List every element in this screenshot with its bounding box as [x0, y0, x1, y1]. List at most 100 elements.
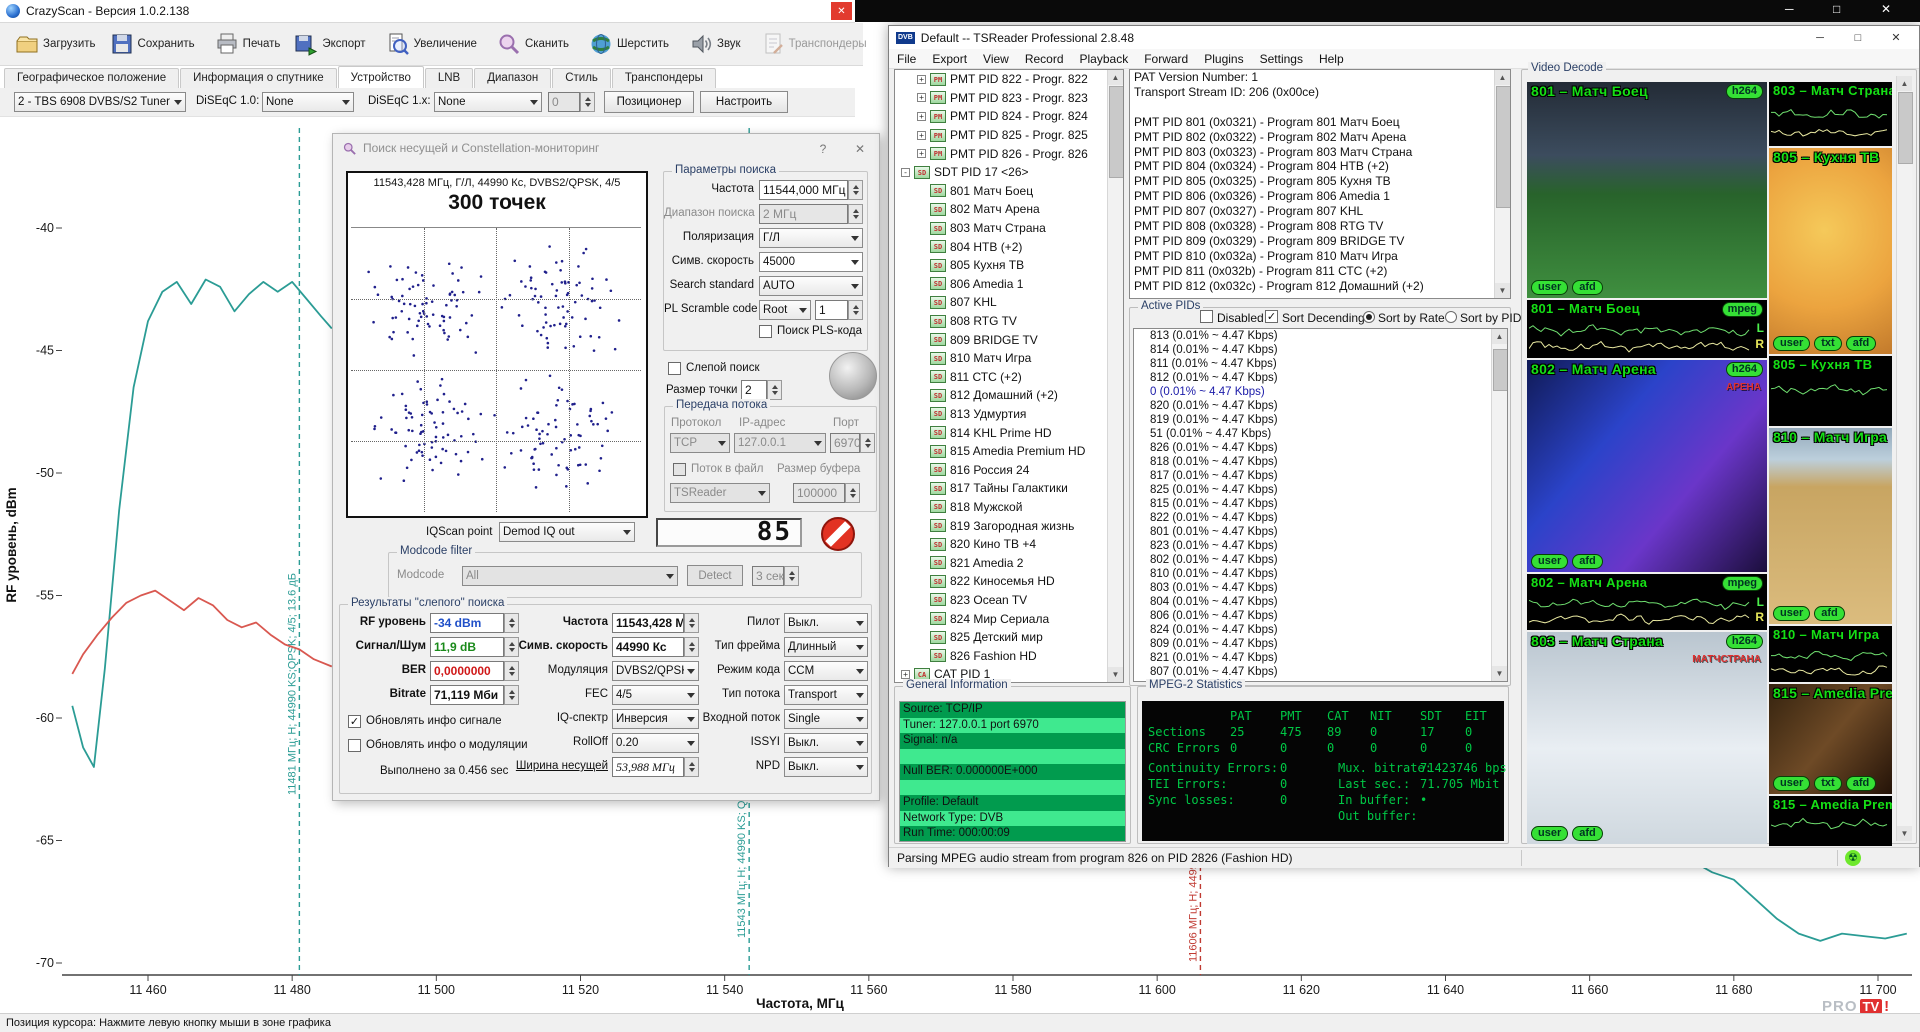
- tree-item[interactable]: SD809 BRIDGE TV: [895, 330, 1123, 349]
- param-field-1[interactable]: 11544,000 МГц: [759, 180, 848, 200]
- tree-item[interactable]: +PMPMT PID 826 - Progr. 826: [895, 144, 1123, 163]
- menu-view[interactable]: View: [975, 52, 1017, 66]
- tab-6[interactable]: Стиль: [552, 68, 611, 88]
- dialog-close-button[interactable]: ✕: [847, 139, 873, 158]
- scroll-thumb[interactable]: [1109, 86, 1124, 178]
- tree-expander[interactable]: +: [917, 75, 926, 84]
- param-spinner-1-down[interactable]: [849, 190, 862, 199]
- menu-file[interactable]: File: [889, 52, 924, 66]
- tree-item[interactable]: SD826 Fashion HD: [895, 646, 1123, 665]
- tree-item[interactable]: SD805 Кухня ТВ: [895, 256, 1123, 275]
- param-spinner-1-up[interactable]: [849, 181, 862, 190]
- active-pid-item[interactable]: 802 (0.01% ~ 4.47 Kbps): [1134, 553, 1507, 567]
- dot-size-field[interactable]: 2: [741, 380, 767, 400]
- active-pid-item[interactable]: 815 (0.01% ~ 4.47 Kbps): [1134, 497, 1507, 511]
- pid-list-scrollbar[interactable]: ▲▼: [1491, 329, 1507, 681]
- pls-value-field[interactable]: 1: [815, 300, 848, 320]
- scroll-up-icon[interactable]: ▲: [1108, 70, 1123, 85]
- dot-size-spinner-up[interactable]: [768, 381, 781, 390]
- active-pid-item[interactable]: 806 (0.01% ~ 4.47 Kbps): [1134, 609, 1507, 623]
- pls-value-spinner-down[interactable]: [849, 310, 862, 319]
- toolbar-button-folder[interactable]: Загрузить: [8, 23, 103, 65]
- active-pid-item[interactable]: 822 (0.01% ~ 4.47 Kbps): [1134, 511, 1507, 525]
- sort-descending-checkbox[interactable]: ✓: [1265, 310, 1278, 323]
- pls-mode-combo[interactable]: Root: [759, 300, 811, 320]
- active-pid-item[interactable]: 823 (0.01% ~ 4.47 Kbps): [1134, 539, 1507, 553]
- tree-expander[interactable]: +: [901, 670, 910, 679]
- diseqc10-select[interactable]: None: [262, 92, 354, 112]
- scroll-up-icon[interactable]: ▲: [1495, 70, 1510, 85]
- tree-item[interactable]: SD806 Amedia 1: [895, 275, 1123, 294]
- active-pid-item[interactable]: 826 (0.01% ~ 4.47 Kbps): [1134, 441, 1507, 455]
- active-pid-item[interactable]: 811 (0.01% ~ 4.47 Kbps): [1134, 357, 1507, 371]
- video-decode-scrollbar[interactable]: ▲▼: [1896, 76, 1912, 841]
- menu-record[interactable]: Record: [1017, 52, 1072, 66]
- toolbar-button-export[interactable]: Экспорт: [287, 23, 372, 65]
- tree-item[interactable]: SD816 Россия 24: [895, 460, 1123, 479]
- tree-item[interactable]: SD804 НТВ (+2): [895, 237, 1123, 256]
- active-pid-item[interactable]: 801 (0.01% ~ 4.47 Kbps): [1134, 525, 1507, 539]
- pls-search-checkbox[interactable]: [759, 325, 772, 338]
- scroll-down-icon[interactable]: ▼: [1897, 826, 1912, 841]
- pls-value-spinner[interactable]: [848, 300, 863, 320]
- tree-item[interactable]: SD822 Киносемья HD: [895, 572, 1123, 591]
- tuner-select[interactable]: 2 - TBS 6908 DVBS/S2 Tuner 0: [14, 92, 186, 112]
- toolbar-button-globe[interactable]: Шерстить: [582, 23, 676, 65]
- toolbar-button-zoomdoc[interactable]: Увеличение: [379, 23, 484, 65]
- active-pid-item[interactable]: 809 (0.01% ~ 4.47 Kbps): [1134, 637, 1507, 651]
- tree-item[interactable]: +PMPMT PID 823 - Progr. 823: [895, 89, 1123, 108]
- active-pid-item[interactable]: 803 (0.01% ~ 4.47 Kbps): [1134, 581, 1507, 595]
- result3-combo-1[interactable]: Длинный: [784, 637, 868, 657]
- stop-icon[interactable]: [820, 516, 856, 552]
- toolbar-button-sound[interactable]: Звук: [682, 23, 748, 65]
- toolbar-button-save[interactable]: Сохранить: [103, 23, 202, 65]
- active-pid-item[interactable]: 807 (0.01% ~ 4.47 Kbps): [1134, 665, 1507, 679]
- tab-3[interactable]: Устройство: [338, 66, 424, 88]
- dot-size-spinner-down[interactable]: [768, 390, 781, 399]
- update-mod-checkbox[interactable]: [348, 739, 361, 752]
- toolbar-button-print[interactable]: Печать: [208, 23, 288, 65]
- active-pid-item[interactable]: 813 (0.01% ~ 4.47 Kbps): [1134, 329, 1507, 343]
- tree-item[interactable]: +PMPMT PID 824 - Progr. 824: [895, 107, 1123, 126]
- menu-playback[interactable]: Playback: [1072, 52, 1137, 66]
- scroll-down-icon[interactable]: ▼: [1492, 666, 1507, 681]
- tree-item[interactable]: SD820 Кино ТВ +4: [895, 535, 1123, 554]
- scroll-down-icon[interactable]: ▼: [1495, 283, 1510, 298]
- active-pid-item[interactable]: 820 (0.01% ~ 4.47 Kbps): [1134, 399, 1507, 413]
- tree-scrollbar[interactable]: ▲▼: [1107, 70, 1123, 682]
- positioner-button[interactable]: Позиционер: [604, 91, 694, 113]
- tree-expander[interactable]: +: [917, 93, 926, 102]
- scroll-thumb[interactable]: [1898, 92, 1913, 164]
- tree-item[interactable]: SD810 Матч Игра: [895, 349, 1123, 368]
- tree-expander[interactable]: +: [917, 149, 926, 158]
- tree-item[interactable]: SD817 Тайны Галактики: [895, 479, 1123, 498]
- tree-item[interactable]: SD811 СТС (+2): [895, 368, 1123, 387]
- tree-item[interactable]: SD812 Домашний (+2): [895, 386, 1123, 405]
- active-pid-item[interactable]: 818 (0.01% ~ 4.47 Kbps): [1134, 455, 1507, 469]
- sort-by-rate-radio[interactable]: [1363, 311, 1375, 323]
- result3-combo-3[interactable]: Transport: [784, 685, 868, 705]
- pls-value-spinner-up[interactable]: [849, 301, 862, 310]
- active-pid-item[interactable]: 817 (0.01% ~ 4.47 Kbps): [1134, 469, 1507, 483]
- active-pid-item[interactable]: 825 (0.01% ~ 4.47 Kbps): [1134, 483, 1507, 497]
- tree-item[interactable]: SD821 Amedia 2: [895, 553, 1123, 572]
- tree-item[interactable]: SD807 KHL: [895, 293, 1123, 312]
- result3-combo-2[interactable]: CCM: [784, 661, 868, 681]
- param-combo-4[interactable]: 45000: [759, 252, 863, 272]
- tree-item[interactable]: SD808 RTG TV: [895, 312, 1123, 331]
- menu-settings[interactable]: Settings: [1252, 52, 1311, 66]
- result3-combo-5[interactable]: Выкл.: [784, 733, 868, 753]
- tree-expander[interactable]: +: [917, 112, 926, 121]
- tree-expander[interactable]: +: [917, 131, 926, 140]
- configure-button[interactable]: Настроить: [700, 91, 788, 113]
- tsreader-maximize-button[interactable]: □: [1839, 26, 1877, 49]
- tree-item[interactable]: SD803 Матч Страна: [895, 219, 1123, 238]
- tab-7[interactable]: Транспондеры: [612, 68, 716, 88]
- tsreader-minimize-button[interactable]: ─: [1801, 26, 1839, 49]
- dialog-help-button[interactable]: ?: [810, 139, 836, 158]
- tree-item[interactable]: SD815 Amedia Premium HD: [895, 442, 1123, 461]
- diseqc1x-select[interactable]: None: [434, 92, 542, 112]
- bg-close-icon[interactable]: ✕: [1881, 2, 1891, 16]
- active-pid-item[interactable]: 814 (0.01% ~ 4.47 Kbps): [1134, 343, 1507, 357]
- tree-item[interactable]: SD824 Мир Сериала: [895, 609, 1123, 628]
